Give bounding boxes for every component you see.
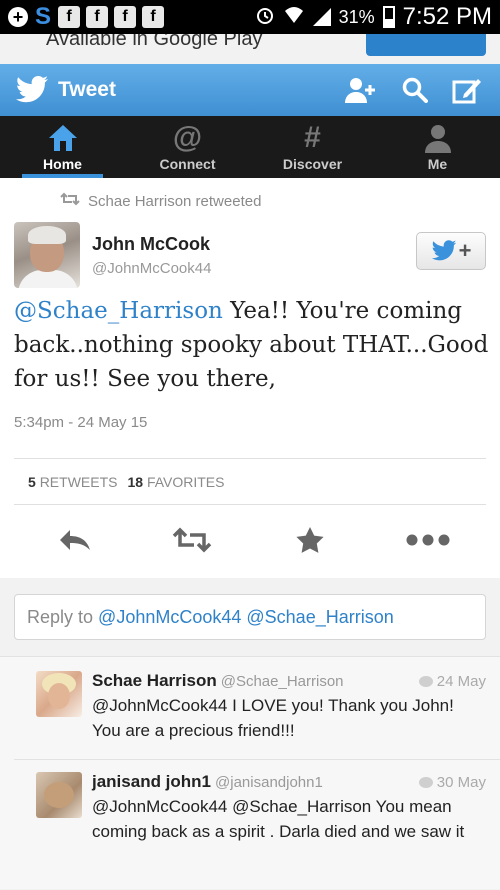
- top-app-bar: Tweet: [0, 64, 500, 116]
- reply-mentions: @JohnMcCook44 @Schae_Harrison: [98, 606, 394, 627]
- reply-text: @JohnMcCook44 @Schae_Harrison You mean c…: [92, 797, 465, 841]
- divider: [14, 458, 486, 459]
- add-user-icon[interactable]: [344, 76, 378, 104]
- reply-bubble-icon: [418, 676, 433, 687]
- search-icon[interactable]: [402, 77, 428, 103]
- replies-list: Schae Harrison @Schae_Harrison 24 May @Jo…: [0, 656, 500, 889]
- person-icon: [424, 122, 452, 154]
- facebook-icon: f: [114, 6, 136, 28]
- reply-date: 30 May: [418, 774, 486, 791]
- tab-discover[interactable]: # Discover: [250, 116, 375, 178]
- retweeted-by-text: Schae Harrison retweeted: [88, 192, 262, 210]
- reply-text: @JohnMcCook44 I LOVE you! Thank you John…: [92, 696, 454, 740]
- tab-connect[interactable]: @ Connect: [125, 116, 250, 178]
- divider: [14, 504, 486, 505]
- tweet-timestamp: 5:34pm - 24 May 15: [14, 414, 148, 431]
- tweet-text: @Schae_Harrison Yea!! You're coming back…: [14, 294, 490, 396]
- reply-date: 24 May: [418, 673, 486, 690]
- tab-home[interactable]: Home: [0, 116, 125, 178]
- twitter-bird-icon: [431, 240, 456, 261]
- tweet-detail: Schae Harrison retweeted John McCook @Jo…: [0, 178, 500, 578]
- retweet-icon: [60, 192, 80, 210]
- banner-text: Available in Google Play: [46, 34, 263, 50]
- retweeted-by: Schae Harrison retweeted: [60, 192, 261, 210]
- hashtag-icon: #: [304, 121, 321, 154]
- retweet-icon[interactable]: [172, 527, 212, 553]
- compose-icon[interactable]: [452, 76, 482, 104]
- plus-icon: +: [8, 7, 28, 27]
- reply-bubble-icon: [418, 777, 433, 788]
- main-tabs: Home @ Connect # Discover Me: [0, 116, 500, 178]
- google-play-banner: Available in Google Play: [0, 34, 500, 64]
- more-options-icon[interactable]: [406, 534, 450, 546]
- tab-label: Me: [427, 156, 448, 172]
- reply-author[interactable]: Schae Harrison @Schae_Harrison: [92, 671, 344, 691]
- favorites-stat[interactable]: 18 FAVORITES: [127, 474, 224, 490]
- reply-input[interactable]: Reply to @JohnMcCook44 @Schae_Harrison: [14, 594, 486, 640]
- list-item[interactable]: Schae Harrison @Schae_Harrison 24 May @Jo…: [0, 657, 500, 759]
- tweet-actions: [0, 518, 500, 562]
- tweet-mention[interactable]: @Schae_Harrison: [14, 298, 223, 324]
- s-app-icon: S: [34, 3, 51, 30]
- retweets-stat[interactable]: 5 RETWEETS: [28, 474, 117, 490]
- reply-author[interactable]: janisand john1 @janisandjohn1: [92, 772, 323, 792]
- favorite-star-icon[interactable]: [295, 526, 325, 554]
- home-icon: [47, 122, 79, 154]
- twitter-bird-icon[interactable]: [12, 70, 52, 110]
- at-icon: @: [172, 121, 203, 154]
- tweet-stats: 5 RETWEETS 18 FAVORITES: [28, 474, 224, 490]
- reply-prefix: Reply to: [27, 606, 94, 627]
- avatar[interactable]: [14, 222, 80, 288]
- facebook-icon: f: [142, 6, 164, 28]
- tab-me[interactable]: Me: [375, 116, 500, 178]
- tab-label: Home: [43, 156, 82, 172]
- banner-button[interactable]: [366, 34, 486, 56]
- avatar[interactable]: [36, 671, 82, 717]
- status-bar: + S f f f f 31% 7:52 PM: [0, 0, 500, 34]
- list-item[interactable]: janisand john1 @janisandjohn1 30 May @Joh…: [0, 760, 500, 890]
- battery-icon: [382, 6, 395, 28]
- avatar[interactable]: [36, 772, 82, 818]
- battery-percent: 31%: [338, 6, 375, 27]
- alarm-icon: [255, 5, 275, 30]
- page-title: Tweet: [58, 78, 116, 101]
- reply-icon[interactable]: [58, 528, 92, 552]
- facebook-icon: f: [86, 6, 108, 28]
- author-name[interactable]: John McCook: [92, 234, 210, 255]
- follow-button[interactable]: +: [416, 232, 486, 270]
- clock-time: 7:52 PM: [402, 3, 492, 30]
- author-handle[interactable]: @JohnMcCook44: [92, 260, 211, 277]
- follow-plus: +: [458, 238, 472, 263]
- tab-label: Discover: [282, 156, 343, 172]
- wifi-icon: [283, 5, 305, 30]
- facebook-icon: f: [58, 6, 80, 28]
- tab-label: Connect: [159, 156, 216, 172]
- signal-icon: [312, 8, 331, 26]
